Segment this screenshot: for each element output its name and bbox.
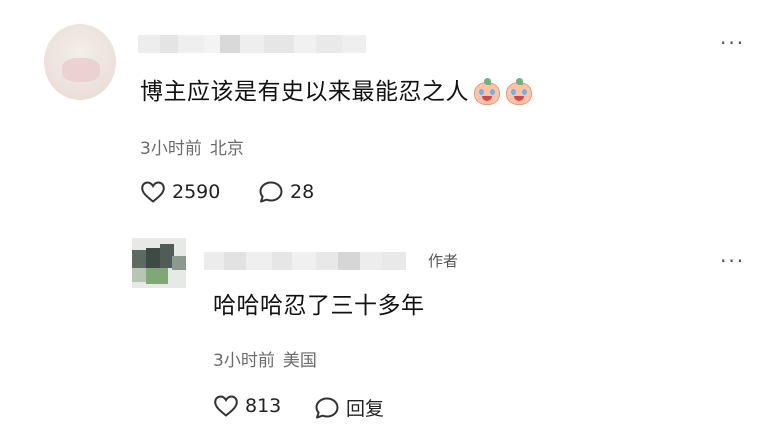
reply-more-options-icon[interactable]: ··· — [720, 251, 745, 271]
crying-laughing-emoji-icon — [473, 78, 501, 106]
like-count: 2590 — [172, 181, 221, 203]
like-button[interactable]: 2590 — [140, 180, 220, 204]
reply-like-button[interactable]: 813 — [213, 394, 281, 418]
reply-meta: 3小时前 美国 — [213, 346, 317, 371]
reply-text: 哈哈哈忍了三十多年 — [213, 293, 425, 319]
reply-time: 3小时前 — [213, 351, 275, 371]
username-blurred[interactable] — [138, 35, 366, 53]
comment-meta: 3小时前 北京 — [140, 134, 244, 159]
comment-thread: ··· 博主应该是有史以来最能忍之人 3小时前 北京 2590 28 作者 ··… — [0, 0, 758, 428]
more-options-icon[interactable]: ··· — [720, 33, 745, 53]
reply-avatar[interactable] — [132, 238, 186, 288]
comment-text: 博主应该是有史以来最能忍之人 — [140, 76, 533, 108]
heart-icon — [214, 395, 238, 417]
reply-count: 28 — [290, 181, 315, 203]
comment-time: 3小时前 — [140, 139, 202, 159]
reply-button-label: 回复 — [346, 398, 385, 420]
heart-icon — [141, 181, 165, 203]
reply-like-count: 813 — [245, 395, 282, 417]
avatar[interactable] — [44, 24, 116, 100]
reply-username-blurred[interactable] — [204, 252, 406, 270]
reply-count-button[interactable]: 28 — [258, 180, 314, 204]
comment-bubble-icon — [259, 181, 283, 203]
comment-location: 北京 — [209, 139, 244, 159]
reply-button[interactable]: 回复 — [314, 394, 384, 421]
comment-body: 博主应该是有史以来最能忍之人 — [140, 79, 469, 105]
reply-location: 美国 — [282, 351, 317, 371]
avatar-blurred-image — [62, 58, 100, 82]
crying-laughing-emoji-icon — [505, 78, 533, 106]
author-badge: 作者 — [428, 252, 459, 270]
comment-bubble-icon — [315, 397, 339, 418]
